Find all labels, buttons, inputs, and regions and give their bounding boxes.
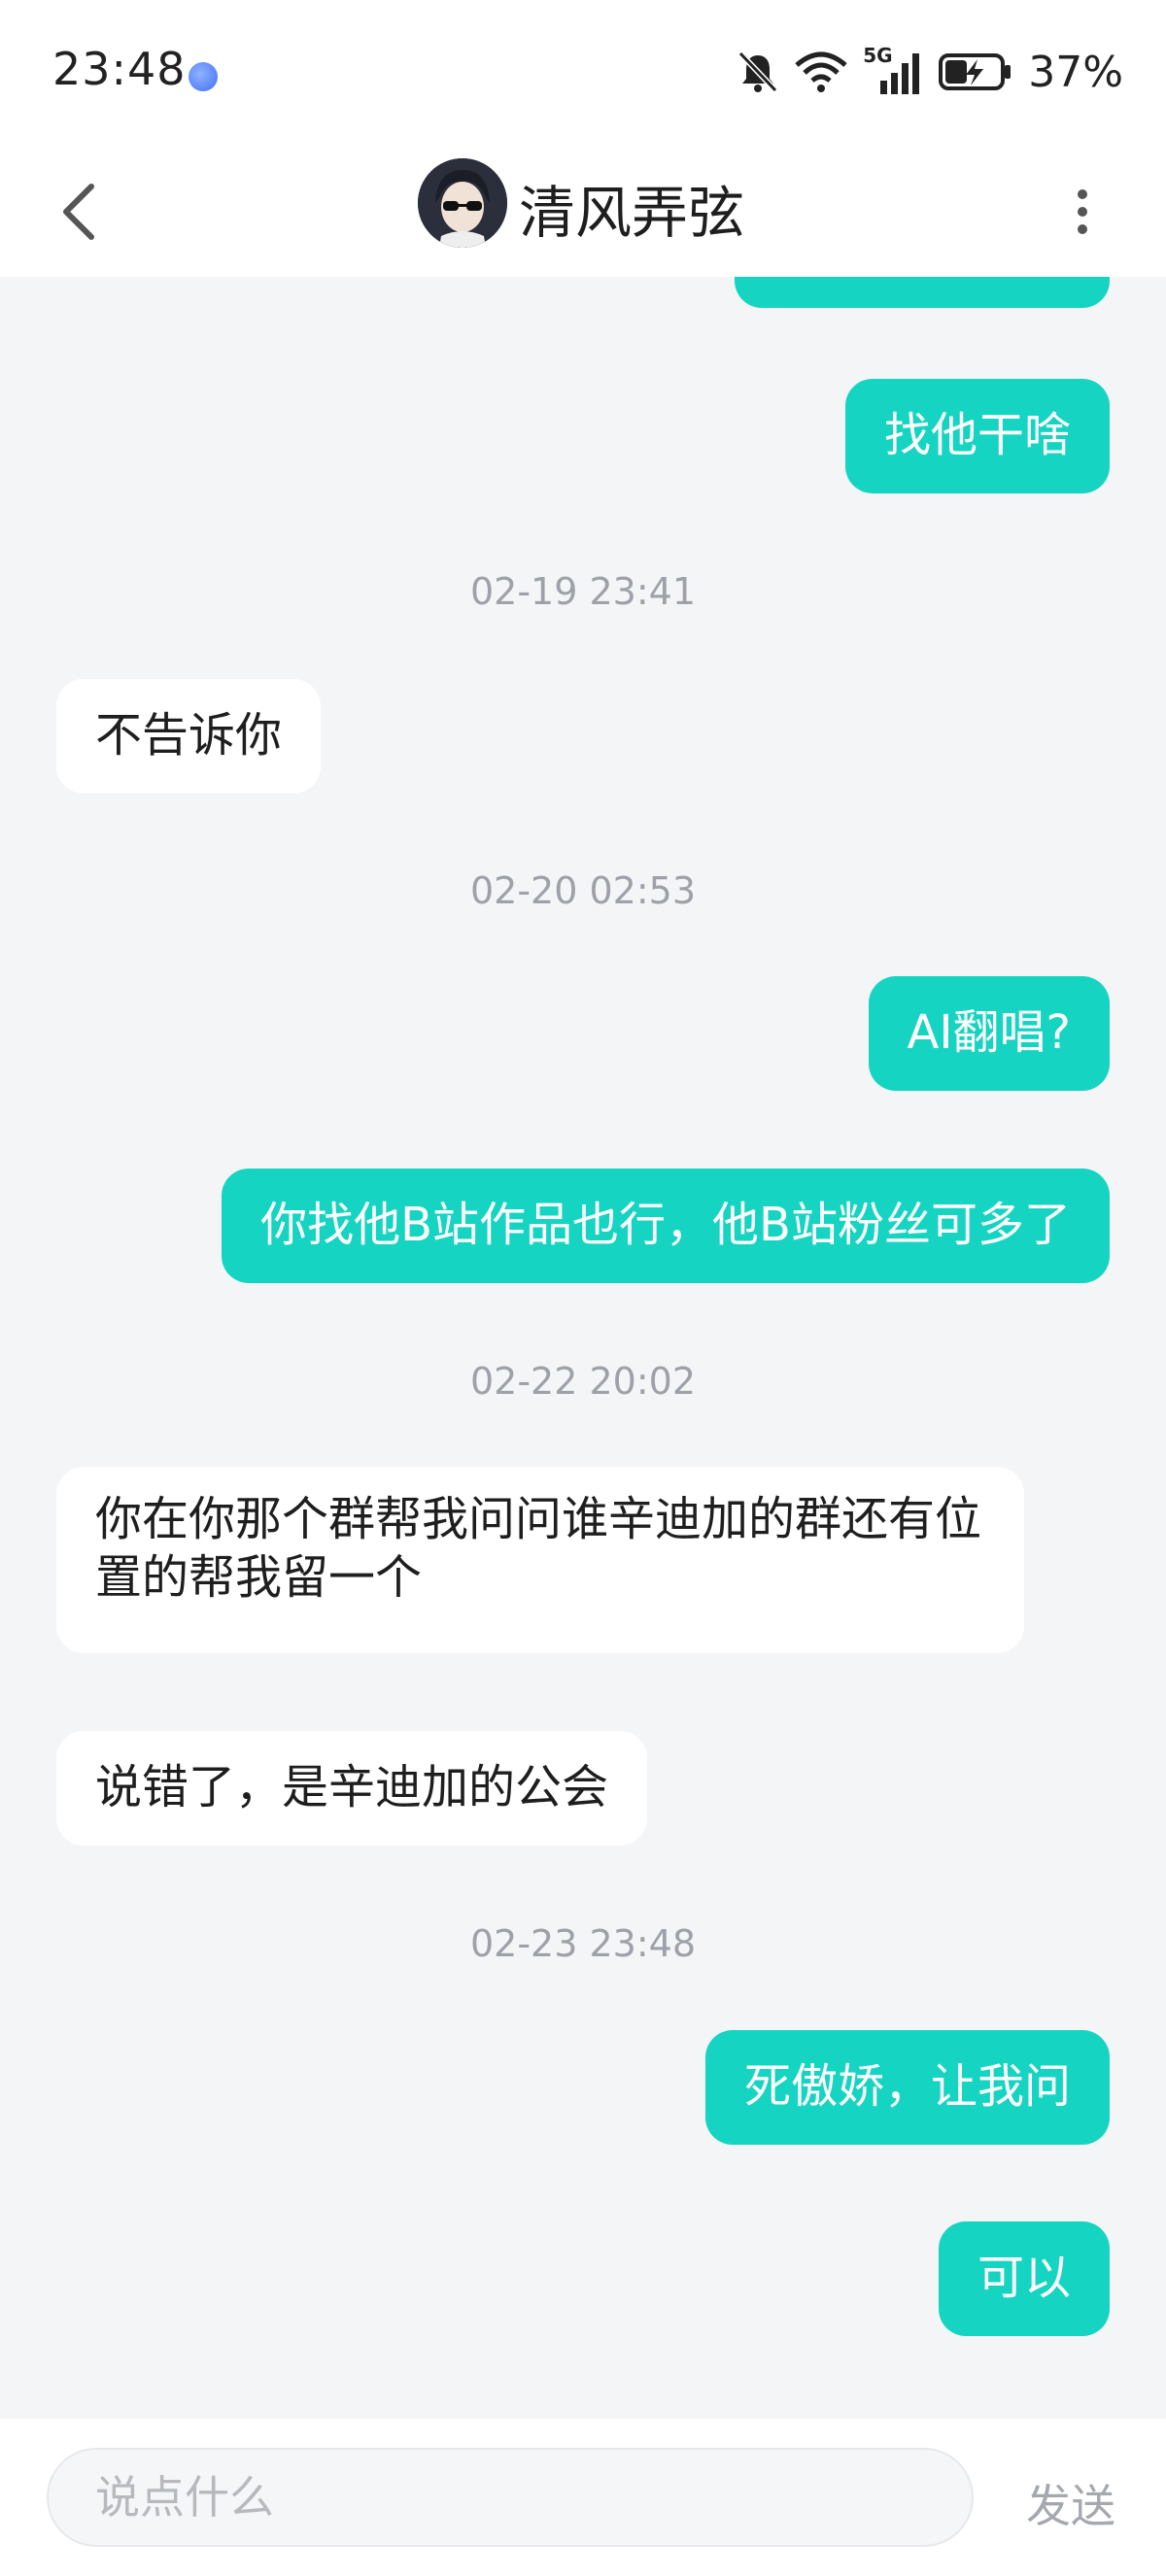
battery-icon	[939, 53, 1012, 90]
message-bubble[interactable]: 可以	[938, 2221, 1110, 2336]
message-list[interactable]: 找他干啥 02-19 23:41 不告诉你 02-20 02:53 AI翻唱? …	[0, 277, 1166, 2419]
wifi-icon	[795, 51, 847, 92]
notification-dot-icon	[189, 62, 218, 91]
chat-title: 清风弄弦	[519, 180, 745, 246]
message-bubble[interactable]: 说错了，是辛迪加的公会	[56, 1731, 648, 1846]
avatar[interactable]	[418, 158, 507, 248]
message-timestamp: 02-22 20:02	[469, 1360, 696, 1403]
message-bubble[interactable]: 死傲娇，让我问	[704, 2030, 1110, 2145]
network-type: 5G	[863, 44, 925, 96]
chat-header: 清风弄弦	[0, 146, 1166, 277]
message-bubble[interactable]: 找他干啥	[844, 379, 1110, 493]
back-button[interactable]	[52, 175, 111, 249]
battery-percent: 37%	[1028, 47, 1123, 97]
message-bubble[interactable]: AI翻唱?	[868, 976, 1110, 1091]
chevron-left-icon	[63, 184, 94, 240]
message-bubble-partial	[735, 277, 1110, 308]
signal-icon	[880, 53, 920, 94]
message-bubble[interactable]: 不告诉你	[56, 679, 322, 794]
message-input[interactable]: 说点什么	[47, 2448, 974, 2547]
message-bubble[interactable]: 你找他B站作品也行，他B站粉丝可多了	[222, 1169, 1110, 1283]
input-bar: 说点什么 发送	[0, 2419, 1166, 2576]
avatar-image	[418, 158, 507, 248]
mute-bell-icon	[738, 51, 778, 93]
message-timestamp: 02-20 02:53	[469, 869, 696, 912]
message-timestamp: 02-19 23:41	[469, 570, 696, 613]
status-icons: 5G 37%	[737, 43, 1123, 101]
status-time: 23:48	[52, 43, 187, 95]
send-button[interactable]: 发送	[1026, 2471, 1115, 2535]
more-vertical-icon	[1078, 189, 1087, 234]
status-bar: 23:48 5G 37%	[0, 0, 1166, 146]
more-options-button[interactable]	[1064, 175, 1101, 249]
message-timestamp: 02-23 23:48	[469, 1922, 696, 1965]
message-bubble[interactable]: 你在你那个群帮我问问谁辛迪加的群还有位置的帮我留一个	[56, 1467, 1024, 1653]
